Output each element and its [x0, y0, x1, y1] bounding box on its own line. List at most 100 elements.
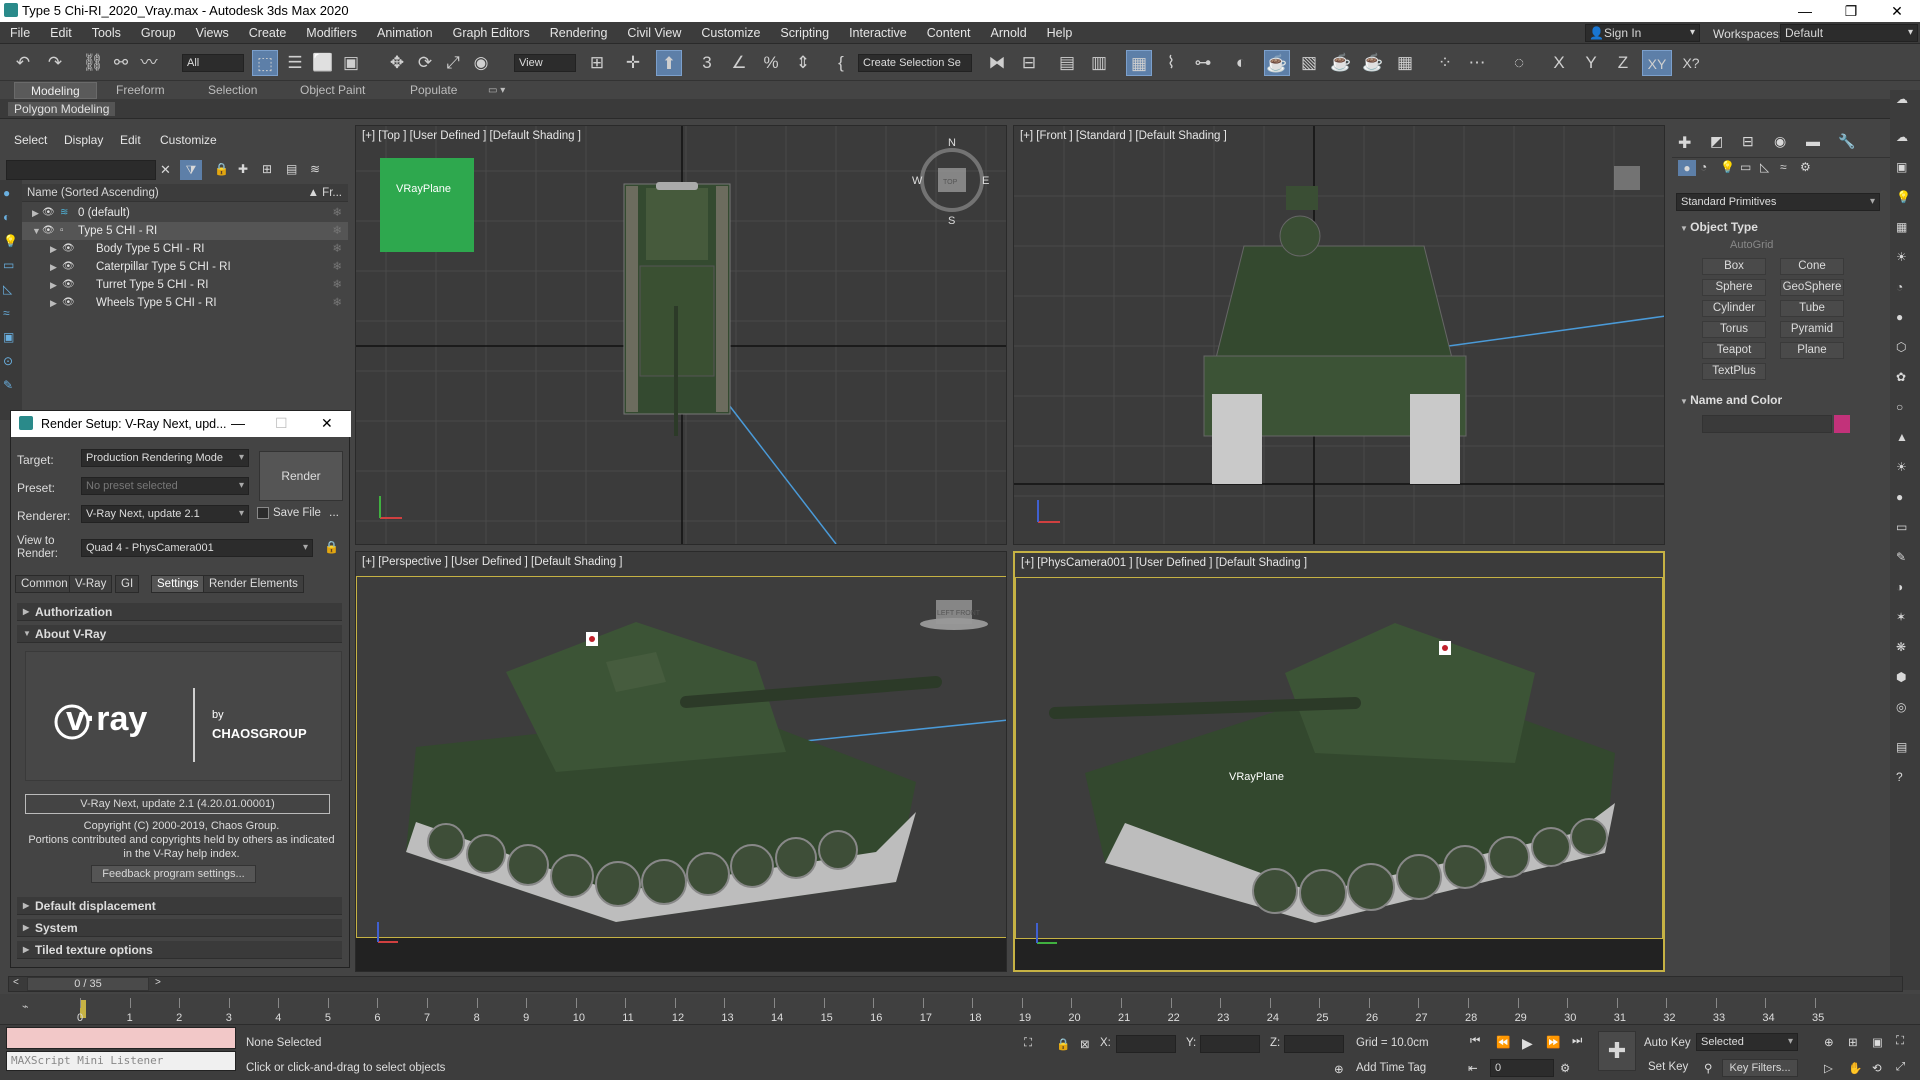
- vray-light-icon[interactable]: 💡: [1896, 190, 1911, 204]
- tree-item[interactable]: ▼ 👁 ▫ Type 5 CHI - RI ❄: [22, 222, 348, 240]
- add-layer-icon[interactable]: ✚: [238, 162, 248, 176]
- display-xrefs-icon[interactable]: ⊙: [3, 354, 13, 368]
- axis-xy-button[interactable]: XY: [1642, 50, 1672, 76]
- selection-lock-icon[interactable]: 🔒: [1056, 1037, 1070, 1051]
- menu-edit[interactable]: Edit: [40, 22, 82, 44]
- menu-help[interactable]: Help: [1037, 22, 1083, 44]
- shapes-icon[interactable]: ◔: [1700, 160, 1707, 174]
- tree-item[interactable]: ▶ 👁 Turret Type 5 CHI - RI ❄: [22, 276, 348, 294]
- vrayplane-object[interactable]: [380, 158, 474, 252]
- sort-layers-icon[interactable]: ▤: [286, 162, 297, 176]
- absolute-mode-icon[interactable]: ⊠: [1080, 1037, 1090, 1051]
- axis-constraint-button[interactable]: X?: [1678, 50, 1704, 76]
- display-spacewarps-icon[interactable]: ≈: [3, 306, 10, 320]
- vray-sun-2-icon[interactable]: ☀: [1896, 460, 1907, 474]
- renderer-dropdown[interactable]: V-Ray Next, update 2.1: [81, 505, 249, 523]
- eye-icon[interactable]: 👁: [62, 294, 75, 312]
- object-name-input[interactable]: [1702, 415, 1832, 433]
- eye-icon[interactable]: 👁: [42, 204, 55, 222]
- schematic-view-icon[interactable]: ⊶: [1190, 50, 1216, 76]
- vray-mesh-icon[interactable]: ⬢: [1896, 670, 1906, 684]
- tree-item[interactable]: ▶ 👁 Body Type 5 CHI - RI ❄: [22, 240, 348, 258]
- viewcube[interactable]: [1614, 166, 1640, 190]
- rectangular-selection-icon[interactable]: ⬜: [310, 50, 336, 76]
- vray-cone-icon[interactable]: ▲: [1896, 430, 1908, 444]
- vray-instancer-icon[interactable]: ❋: [1896, 640, 1906, 654]
- pivot-icon[interactable]: ⊞: [584, 50, 610, 76]
- geosphere-button[interactable]: GeoSphere: [1780, 279, 1844, 296]
- next-key-icon[interactable]: ⏩: [1546, 1035, 1560, 1049]
- key-selection-dropdown[interactable]: Selected: [1696, 1033, 1798, 1051]
- explorer-menu-select[interactable]: Select: [14, 133, 47, 147]
- menu-content[interactable]: Content: [917, 22, 981, 44]
- menu-create[interactable]: Create: [239, 22, 297, 44]
- go-to-start-icon[interactable]: ⏮: [1470, 1035, 1480, 1048]
- ribbon-options-icon[interactable]: ▭ ▾: [488, 82, 505, 99]
- reference-coordinate-dropdown[interactable]: View: [514, 54, 576, 72]
- maximize-viewport-icon[interactable]: ⤢: [1896, 1061, 1905, 1074]
- maxscript-output[interactable]: [6, 1027, 236, 1049]
- isolate-selection-icon[interactable]: ◌: [1506, 50, 1532, 76]
- motion-tab-icon[interactable]: ◉: [1774, 133, 1786, 150]
- unlink-icon[interactable]: ⚯: [108, 50, 134, 76]
- vray-camera-icon[interactable]: ▦: [1896, 220, 1907, 234]
- lights-icon[interactable]: 💡: [1720, 160, 1735, 174]
- freeze-icon[interactable]: ❄: [332, 240, 342, 258]
- zoom-icon[interactable]: ⊕: [1824, 1035, 1834, 1049]
- hierarchy-icon[interactable]: ⊞: [262, 162, 272, 176]
- move-icon[interactable]: ✥: [384, 50, 410, 76]
- orbit-icon[interactable]: ⟲: [1872, 1061, 1882, 1075]
- cylinder-button[interactable]: Cylinder: [1702, 300, 1766, 317]
- vray-geo-icon[interactable]: ◎: [1896, 700, 1906, 714]
- axis-y-button[interactable]: Y: [1578, 50, 1604, 76]
- minimize-button[interactable]: —: [231, 415, 245, 431]
- align-icon[interactable]: ⊟: [1016, 50, 1042, 76]
- sign-in-dropdown[interactable]: 👤 Sign In ▾: [1585, 24, 1700, 42]
- menu-tools[interactable]: Tools: [82, 22, 131, 44]
- sphere-button[interactable]: Sphere: [1702, 279, 1766, 296]
- minimize-button[interactable]: —: [1782, 0, 1828, 22]
- key-filters-button[interactable]: Key Filters...: [1722, 1059, 1798, 1077]
- tab-gi[interactable]: GI: [115, 575, 140, 593]
- layers-icon[interactable]: ≋: [310, 162, 320, 176]
- eye-icon[interactable]: 👁: [42, 222, 55, 240]
- view-to-render-dropdown[interactable]: Quad 4 - PhysCamera001: [81, 539, 313, 557]
- next-frame-icon[interactable]: >: [155, 977, 161, 988]
- menu-views[interactable]: Views: [186, 22, 239, 44]
- expand-icon[interactable]: ▶: [32, 204, 39, 222]
- viewcube[interactable]: LEFT FRONT: [920, 600, 988, 630]
- explorer-menu-display[interactable]: Display: [64, 133, 103, 147]
- time-tag-icon[interactable]: ⊕: [1334, 1062, 1344, 1076]
- vray-mtl-icon[interactable]: ●: [1896, 310, 1903, 324]
- link-icon[interactable]: ⛓: [80, 50, 106, 76]
- autogrid-checkbox[interactable]: AutoGrid: [1730, 239, 1773, 251]
- tank-top-view[interactable]: [623, 182, 731, 436]
- frame-counter[interactable]: 0 / 35: [27, 977, 149, 991]
- expand-icon[interactable]: ▶: [50, 258, 57, 276]
- angle-snap-icon[interactable]: ∠: [726, 50, 752, 76]
- tab-populate[interactable]: Populate: [410, 82, 457, 99]
- explorer-column-header[interactable]: Name (Sorted Ascending) ▲ Fr...: [22, 184, 348, 202]
- space-warps-icon[interactable]: ≈: [1780, 160, 1787, 174]
- named-selection-dropdown[interactable]: Create Selection Se: [858, 54, 972, 72]
- rollout-system[interactable]: ▶ System: [17, 919, 342, 937]
- vray-proxy-icon[interactable]: ⬡: [1896, 340, 1906, 354]
- vray-sphere-icon[interactable]: ○: [1896, 400, 1903, 414]
- menu-animation[interactable]: Animation: [367, 22, 443, 44]
- tab-vray[interactable]: V-Ray: [69, 575, 113, 593]
- render-setup-titlebar[interactable]: Render Setup: V-Ray Next, upd... — ☐ ✕: [11, 411, 351, 437]
- vfb-icon[interactable]: ▣: [1896, 160, 1907, 174]
- rollout-about-vray[interactable]: ▼ About V-Ray: [17, 625, 342, 643]
- vray-toolbar-icon[interactable]: ☁: [1896, 130, 1908, 144]
- timeline[interactable]: ⌁ 0 1 2 3 4 5 6 7 8 9 10 11 12 13 14 15 16 17 18 19 20 21 22 23…: [0, 994, 1920, 1024]
- material-editor-icon[interactable]: ◐: [1228, 50, 1254, 76]
- bind-space-warp-icon[interactable]: 〰: [136, 50, 162, 76]
- percent-snap-icon[interactable]: %: [758, 50, 784, 76]
- box-button[interactable]: Box: [1702, 258, 1766, 275]
- freeze-icon[interactable]: ❄: [332, 204, 342, 222]
- window-crossing-icon[interactable]: ▣: [338, 50, 364, 76]
- select-by-name-icon[interactable]: ☰: [282, 50, 308, 76]
- render-iterative-icon[interactable]: ☕: [1360, 50, 1386, 76]
- expand-icon[interactable]: ▶: [50, 276, 57, 294]
- render-production-icon[interactable]: ☕: [1328, 50, 1354, 76]
